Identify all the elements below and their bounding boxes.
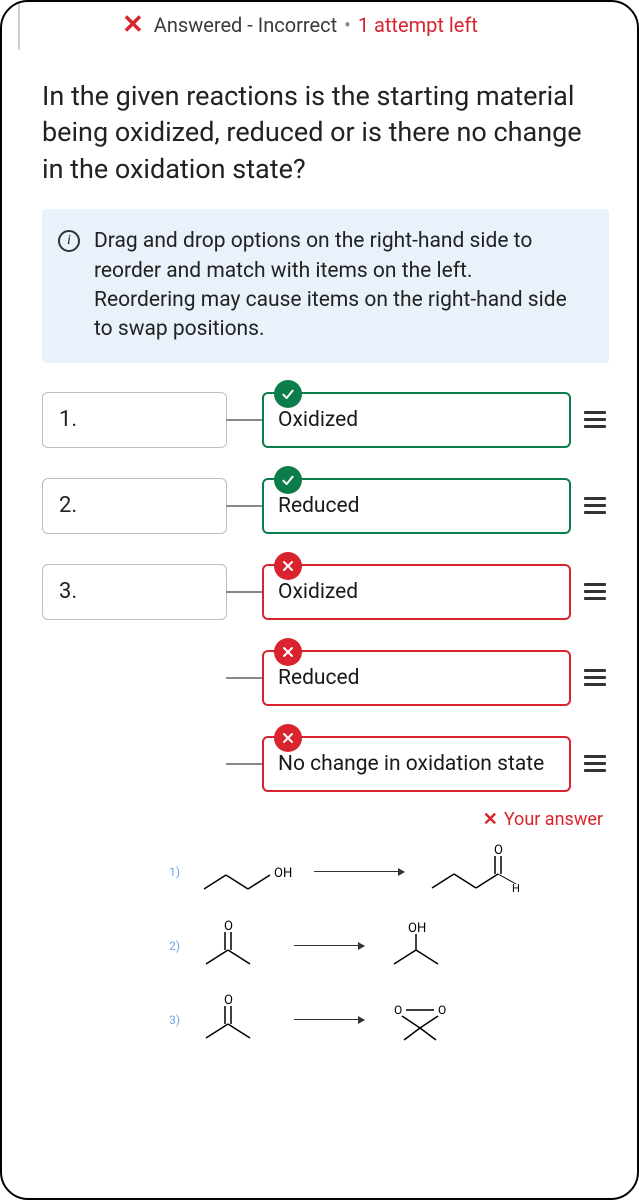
status-row: ✕ Answered - Incorrect • 1 attempt left	[42, 2, 609, 48]
right-item-3[interactable]: Oxidized	[262, 564, 571, 620]
your-answer-label: ✕ Your answer	[42, 809, 603, 830]
drag-handle[interactable]	[581, 497, 609, 514]
svg-text:O: O	[224, 919, 233, 934]
match-row-3: 3. Oxidized	[42, 561, 609, 623]
molecule-alcohol: OH	[196, 847, 296, 897]
right-item-label: Reduced	[278, 666, 359, 690]
match-row-4: Reduced	[42, 647, 609, 709]
right-item-5[interactable]: No change in oxidation state	[262, 736, 571, 792]
reactions-figure: 1) OH O H	[42, 840, 609, 1052]
connector	[226, 677, 262, 679]
right-item-4[interactable]: Reduced	[262, 650, 571, 706]
right-item-2[interactable]: Reduced	[262, 478, 571, 534]
x-icon: ✕	[122, 12, 144, 38]
drag-handle[interactable]	[581, 669, 609, 686]
match-row-5: No change in oxidation state	[42, 733, 609, 795]
reaction-1: 1) OH O H	[162, 840, 589, 904]
reaction-3: 3) O O O	[162, 988, 589, 1052]
connector	[226, 419, 262, 421]
check-icon	[274, 466, 302, 494]
right-item-label: Oxidized	[278, 408, 358, 432]
info-icon: i	[58, 230, 80, 252]
status-text: Answered - Incorrect • 1 attempt left	[154, 13, 478, 37]
left-item-2: 2.	[42, 478, 227, 534]
connector	[226, 763, 262, 765]
check-icon	[274, 380, 302, 408]
left-item-3: 3.	[42, 564, 227, 620]
connector	[226, 591, 262, 593]
x-icon	[274, 724, 302, 752]
drag-handle[interactable]	[581, 583, 609, 600]
right-item-label: No change in oxidation state	[278, 752, 544, 776]
arrow-icon	[294, 1019, 364, 1020]
molecule-alcohol2: OH	[382, 918, 472, 974]
match-row-2: 2. Reduced	[42, 475, 609, 537]
drag-handle[interactable]	[581, 411, 609, 428]
svg-text:H: H	[512, 882, 520, 895]
match-area: 1. Oxidized 2.	[42, 389, 609, 795]
right-item-1[interactable]: Oxidized	[262, 392, 571, 448]
instruction-box: i Drag and drop options on the right-han…	[42, 209, 609, 363]
reaction-num: 2)	[162, 939, 180, 953]
connector	[226, 505, 262, 507]
arrow-icon	[314, 871, 404, 872]
left-item-1: 1.	[42, 392, 227, 448]
match-row-1: 1. Oxidized	[42, 389, 609, 451]
svg-text:OH: OH	[274, 866, 292, 881]
svg-text:O: O	[394, 1003, 402, 1017]
svg-text:O: O	[224, 993, 233, 1008]
molecule-ketone: O	[196, 918, 276, 974]
svg-text:O: O	[438, 1003, 446, 1017]
molecule-acetal: O O	[382, 992, 482, 1048]
drag-handle[interactable]	[581, 755, 609, 772]
svg-text:OH: OH	[408, 921, 426, 936]
x-icon: ✕	[483, 809, 498, 830]
molecule-aldehyde: O H	[422, 842, 532, 902]
x-icon	[274, 638, 302, 666]
arrow-icon	[294, 945, 364, 946]
reaction-num: 1)	[162, 865, 180, 879]
instruction-text: Drag and drop options on the right-hand …	[94, 227, 589, 345]
scrollbar[interactable]	[18, 2, 20, 50]
reaction-num: 3)	[162, 1013, 180, 1027]
svg-text:O: O	[494, 843, 503, 858]
question-text: In the given reactions is the starting m…	[42, 78, 609, 187]
x-icon	[274, 552, 302, 580]
molecule-ketone2: O	[196, 992, 276, 1048]
reaction-2: 2) O OH	[162, 914, 589, 978]
right-item-label: Reduced	[278, 494, 359, 518]
right-item-label: Oxidized	[278, 580, 358, 604]
